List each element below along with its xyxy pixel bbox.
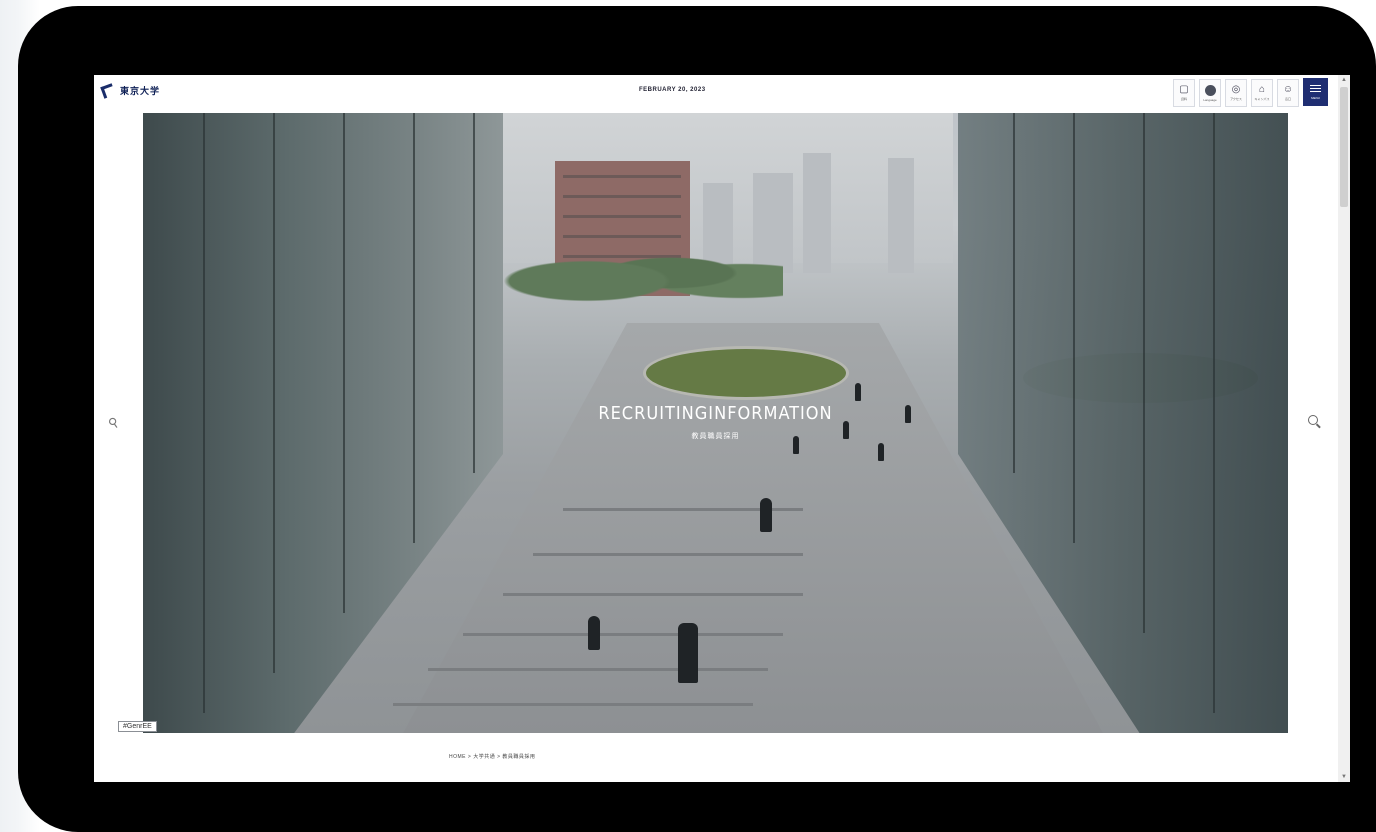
window-mullion [1073, 113, 1075, 543]
plaza-stripe [533, 553, 803, 556]
background-building [888, 158, 914, 273]
plaza-stripe [503, 593, 803, 596]
browser-viewport: 東京大学 FEBRUARY 20, 2023 ▢ 資料 Language ◎ ア… [94, 75, 1350, 782]
pedestrian [855, 383, 861, 401]
document-button-label: 資料 [1180, 97, 1187, 101]
window-mullion [273, 113, 275, 673]
plaza-stripe [463, 633, 783, 636]
globe-icon [1204, 84, 1216, 96]
link-icon[interactable]: ⚲ [105, 414, 122, 433]
logo-mark-icon [100, 82, 116, 99]
header-buttons: ▢ 資料 Language ◎ アクセス ⌂ キャンパス ☺ 窓口 MENU [1173, 78, 1328, 107]
hamburger-line [1310, 90, 1321, 92]
logo-text: 東京大学 [120, 86, 161, 96]
circular-lawn [646, 349, 846, 397]
menu-button[interactable]: MENU [1303, 78, 1328, 106]
access-icon: ◎ [1231, 84, 1241, 95]
window-mullion [413, 113, 415, 543]
plaza-stripe [428, 668, 768, 671]
language-button-label: Language [1203, 97, 1217, 102]
search-icon[interactable] [1308, 415, 1318, 425]
menu-label: MENU [1311, 95, 1320, 100]
pedestrian [678, 623, 698, 683]
breadcrumb[interactable]: HOME > 大学共通 > 教員職員採用 [449, 753, 535, 760]
language-button[interactable]: Language [1199, 79, 1221, 107]
window-mullion [343, 113, 345, 613]
scroll-up-icon[interactable]: ▲ [1341, 77, 1347, 83]
scrollbar[interactable]: ▲ ▼ [1338, 75, 1350, 782]
tag-badge[interactable]: #GenrEE [118, 721, 157, 732]
pedestrian [760, 498, 772, 532]
header-date: FEBRUARY 20, 2023 [639, 87, 706, 93]
window-mullion [1143, 113, 1145, 633]
contact-icon: ☺ [1282, 84, 1294, 95]
document-button[interactable]: ▢ 資料 [1173, 79, 1195, 107]
contact-button-label: 窓口 [1284, 97, 1291, 101]
campus-icon: ⌂ [1258, 84, 1266, 95]
scroll-down-icon[interactable]: ▼ [1341, 774, 1347, 780]
trees [503, 233, 783, 313]
hero-subtitle: 教員職員採用 [691, 433, 740, 440]
pedestrian [878, 443, 884, 461]
background-building [803, 153, 831, 273]
contact-button[interactable]: ☺ 窓口 [1277, 79, 1299, 107]
campus-button-label: キャンパス [1254, 97, 1270, 101]
access-button-label: アクセス [1230, 97, 1242, 101]
device-frame: 東京大学 FEBRUARY 20, 2023 ▢ 資料 Language ◎ ア… [18, 6, 1376, 832]
hamburger-line [1310, 84, 1321, 86]
site-header: 東京大学 FEBRUARY 20, 2023 ▢ 資料 Language ◎ ア… [94, 75, 1338, 111]
pedestrian [588, 616, 600, 650]
scrollbar-thumb[interactable] [1340, 87, 1348, 207]
document-icon: ▢ [1179, 84, 1189, 95]
site-logo[interactable]: 東京大学 [100, 82, 161, 99]
access-button[interactable]: ◎ アクセス [1225, 79, 1247, 107]
hamburger-line [1310, 87, 1321, 89]
campus-button[interactable]: ⌂ キャンパス [1251, 79, 1273, 107]
hero-image: RECRUITINGINFORMATION 教員職員採用 [143, 113, 1288, 733]
hero-title: RECRUITINGINFORMATION [598, 403, 833, 424]
plaza-stripe [393, 703, 753, 706]
